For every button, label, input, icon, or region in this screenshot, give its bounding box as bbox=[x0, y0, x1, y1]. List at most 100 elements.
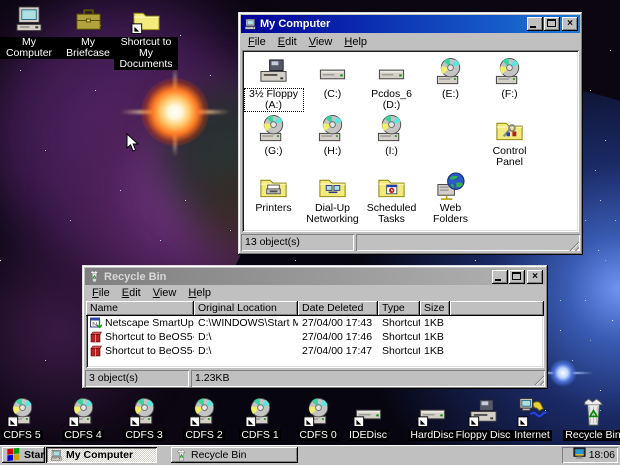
desktop-icon-internet[interactable]: Internet bbox=[500, 397, 564, 441]
status-object-count: 13 object(s) bbox=[241, 234, 354, 251]
taskbar-button-label: My Computer bbox=[66, 449, 133, 461]
desktop-icon-my-computer[interactable]: My Computer bbox=[0, 4, 61, 59]
column-header-name[interactable]: Name bbox=[86, 301, 194, 316]
menu-file[interactable]: File bbox=[86, 285, 116, 301]
desktop-icon-cdfs-2[interactable]: CDFS 2 bbox=[172, 397, 236, 441]
drive-item--f-[interactable]: (F:) bbox=[480, 57, 539, 114]
beos-icon bbox=[90, 331, 102, 343]
floppy-drive-icon bbox=[258, 57, 289, 88]
drive-item--h-[interactable]: (H:) bbox=[303, 114, 362, 171]
cd-shortcut-icon bbox=[189, 397, 220, 428]
deleted-file-row[interactable]: Shortcut to BeOS5-Per...D:\27/04/00 17:4… bbox=[86, 330, 544, 344]
start-button[interactable]: Start bbox=[2, 447, 45, 463]
netscape-icon bbox=[90, 317, 102, 329]
desktop-icon-idedisc[interactable]: IDEDisc bbox=[336, 397, 400, 441]
drive-item--c-[interactable]: (C:) bbox=[303, 57, 362, 114]
start-label: Start bbox=[24, 449, 45, 461]
drive-item-web-folders[interactable]: Web Folders bbox=[421, 171, 480, 228]
close-button[interactable]: × bbox=[527, 270, 543, 284]
cell-original-location: D:\ bbox=[194, 331, 298, 343]
recycle-bin-window: Recycle Bin × FileEditViewHelp NameOrigi… bbox=[82, 265, 548, 389]
minimize-button[interactable] bbox=[492, 270, 508, 284]
cd-drive-icon bbox=[435, 57, 466, 88]
cd-shortcut-icon bbox=[68, 397, 99, 428]
windows-flag-icon bbox=[6, 447, 21, 461]
drive-item-label: Pcdos_6 (D:) bbox=[363, 89, 421, 111]
folder-dialup-icon bbox=[317, 171, 348, 202]
menu-help[interactable]: Help bbox=[338, 34, 373, 50]
drive-item-scheduled-tasks[interactable]: Scheduled Tasks bbox=[362, 171, 421, 228]
cell-original-location: D:\ bbox=[194, 345, 298, 357]
close-button[interactable]: × bbox=[562, 17, 578, 31]
maximize-button[interactable] bbox=[509, 270, 525, 284]
folder-controlpanel-icon bbox=[494, 114, 525, 145]
cd-drive-icon bbox=[376, 114, 407, 145]
desktop-icon-recycle-bin[interactable]: Recycle Bin bbox=[561, 397, 620, 441]
drive-item-printers[interactable]: Printers bbox=[244, 171, 303, 228]
drive-item--i-[interactable]: (I:) bbox=[362, 114, 421, 171]
menu-view[interactable]: View bbox=[303, 34, 339, 50]
cd-shortcut-icon bbox=[303, 397, 334, 428]
cell-name: Shortcut to BeOS5-Per... bbox=[86, 345, 194, 357]
column-header-date-deleted[interactable]: Date Deleted bbox=[298, 301, 378, 316]
desktop-icon-cdfs-3[interactable]: CDFS 3 bbox=[112, 397, 176, 441]
drive-item-label: (C:) bbox=[323, 89, 343, 100]
desktop-icon-shortcut-to-my-documents[interactable]: Shortcut to My Documents bbox=[114, 4, 178, 70]
drive-item-label: Web Folders bbox=[422, 203, 480, 225]
drive-item-control-panel[interactable]: Control Panel bbox=[480, 114, 539, 171]
cell-type: Shortcut bbox=[378, 331, 420, 343]
drive-icon-grid: 3½ Floppy (A:) (C:) Pcdos_6 (D:) (E:) (F:) (G… bbox=[242, 50, 579, 232]
cell-size: 1KB bbox=[420, 345, 450, 357]
my-computer-titlebar[interactable]: My Computer × bbox=[241, 15, 580, 33]
desktop-icon-label: Shortcut to My Documents bbox=[114, 37, 178, 70]
menu-bar: FileEditViewHelp bbox=[241, 33, 580, 50]
desktop-icon-label: CDFS 1 bbox=[239, 430, 280, 441]
column-header-type[interactable]: Type bbox=[378, 301, 420, 316]
cd-shortcut-icon bbox=[245, 397, 276, 428]
menu-file[interactable]: File bbox=[242, 34, 272, 50]
deleted-file-row[interactable]: Netscape SmartUpdateC:\WINDOWS\Start Me.… bbox=[86, 316, 544, 330]
cell-name: Netscape SmartUpdate bbox=[86, 317, 194, 329]
maximize-button[interactable] bbox=[544, 17, 560, 31]
desktop[interactable]: My ComputerMy BriefcaseShortcut to My Do… bbox=[0, 0, 620, 465]
taskbar-button-my-computer[interactable]: My Computer bbox=[46, 447, 157, 463]
desktop-icon-label: My Computer bbox=[0, 37, 61, 59]
status-object-count: 3 object(s) bbox=[85, 370, 189, 387]
desktop-icon-label: Recycle Bin bbox=[563, 430, 620, 441]
taskbar: Start My ComputerRecycle Bin 18:06 bbox=[0, 445, 620, 465]
column-header-original-location[interactable]: Original Location bbox=[194, 301, 298, 316]
drive-item-3-floppy-a-[interactable]: 3½ Floppy (A:) bbox=[244, 57, 303, 114]
cell-date-deleted: 27/04/00 17:47 bbox=[298, 345, 378, 357]
drive-item-label: (G:) bbox=[263, 146, 283, 157]
cell-date-deleted: 27/04/00 17:46 bbox=[298, 331, 378, 343]
desktop-icon-label: My Briefcase bbox=[56, 37, 120, 59]
status-total-size: 1.23KB bbox=[191, 370, 545, 387]
cell-type: Shortcut bbox=[378, 317, 420, 329]
menu-view[interactable]: View bbox=[147, 285, 183, 301]
drive-item--e-[interactable]: (E:) bbox=[421, 57, 480, 114]
desktop-icon-cdfs-1[interactable]: CDFS 1 bbox=[228, 397, 292, 441]
display-tray-icon[interactable] bbox=[573, 447, 586, 463]
tray-display-icon bbox=[573, 447, 586, 460]
drive-item-dial-up-networking[interactable]: Dial-Up Networking bbox=[303, 171, 362, 228]
drive-item-label: (E:) bbox=[441, 89, 460, 100]
desktop-icon-cdfs-5[interactable]: CDFS 5 bbox=[0, 397, 54, 441]
drive-item-label: 3½ Floppy (A:) bbox=[245, 89, 303, 111]
desktop-icon-cdfs-4[interactable]: CDFS 4 bbox=[51, 397, 115, 441]
menu-help[interactable]: Help bbox=[182, 285, 217, 301]
desktop-icon-my-briefcase[interactable]: My Briefcase bbox=[56, 4, 120, 59]
hard-shortcut-icon bbox=[417, 397, 448, 428]
menu-edit[interactable]: Edit bbox=[116, 285, 147, 301]
deleted-file-row[interactable]: Shortcut to BeOS5-Per...D:\27/04/00 17:4… bbox=[86, 344, 544, 358]
desktop-icon-label: HardDisc bbox=[408, 430, 455, 441]
desktop-icon-label: CDFS 4 bbox=[62, 430, 103, 441]
hard-shortcut-icon bbox=[353, 397, 384, 428]
taskbar-button-recycle-bin[interactable]: Recycle Bin bbox=[171, 447, 298, 463]
drive-item-pcdos-6-d-[interactable]: Pcdos_6 (D:) bbox=[362, 57, 421, 114]
desktop-icon-label: CDFS 0 bbox=[297, 430, 338, 441]
drive-item--g-[interactable]: (G:) bbox=[244, 114, 303, 171]
column-header-size[interactable]: Size bbox=[420, 301, 450, 316]
menu-edit[interactable]: Edit bbox=[272, 34, 303, 50]
minimize-button[interactable] bbox=[527, 17, 543, 31]
recycle-bin-titlebar[interactable]: Recycle Bin × bbox=[85, 268, 545, 285]
